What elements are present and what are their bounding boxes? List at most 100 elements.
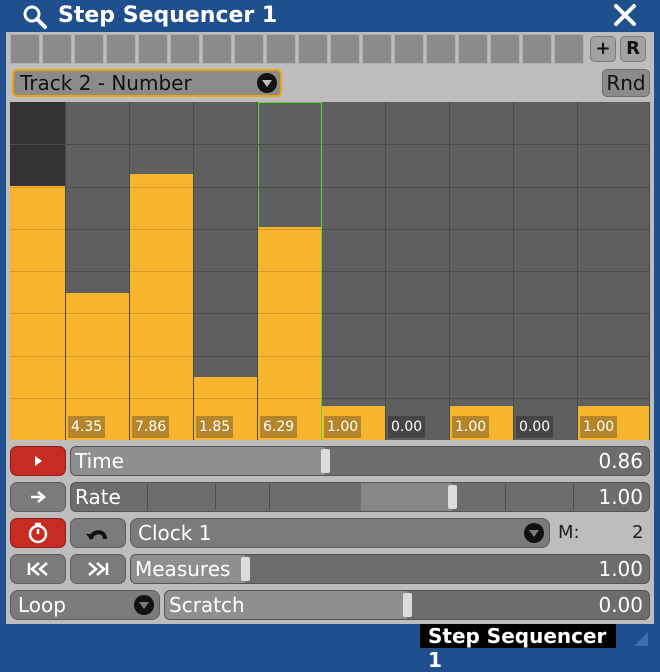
grid-line [322,229,385,230]
resize-handle-icon[interactable] [632,630,650,648]
step-value: 1.00 [324,416,362,438]
rate-slider[interactable]: Rate 1.00 [70,482,650,512]
step-column[interactable]: 6.29 [258,102,322,440]
grid-line [130,229,193,230]
randomize-button[interactable]: Rnd [602,69,650,97]
grid-line [514,356,577,357]
measures-slider-knob[interactable] [241,557,250,581]
time-slider-knob[interactable] [321,449,330,473]
pattern-cell[interactable] [522,34,552,64]
step-column[interactable]: 7.86 [130,102,194,440]
scratch-label: Scratch [169,593,245,617]
grid-line [322,187,385,188]
step-column[interactable]: 1.00 [322,102,386,440]
step-value: 0.00 [516,416,554,438]
step-value: 7.86 [132,416,170,438]
pattern-cell[interactable] [234,34,264,64]
step-value: 1.00 [452,416,490,438]
grid-line [66,356,129,357]
grid-line [258,398,321,399]
pattern-cell[interactable] [426,34,456,64]
track-select[interactable]: Track 2 - Number [12,69,282,97]
step-grid[interactable]: 4.35 7.86 1.85 6.29 1.00 0.00 1.00 0.00 1.00 [10,102,650,440]
pattern-cell[interactable] [10,34,40,64]
grid-line [258,144,321,145]
track-select-label: Track 2 - Number [20,71,192,95]
pattern-cell[interactable] [138,34,168,64]
loop-mode-select[interactable]: Loop [10,590,160,620]
pattern-cell[interactable] [42,34,72,64]
play-icon [35,456,42,466]
grid-line [386,356,449,357]
direction-button[interactable] [10,482,66,512]
pattern-cell[interactable] [298,34,328,64]
add-pattern-button[interactable]: + [590,36,616,62]
step-bar [258,227,321,440]
multiplier-value[interactable]: 2 [632,519,643,547]
pattern-cell[interactable] [330,34,360,64]
grid-line [514,187,577,188]
clock-select[interactable]: Clock 1 [130,518,550,548]
grid-line [130,187,193,188]
grid-line [194,271,257,272]
grid-line [130,313,193,314]
grid-line [514,313,577,314]
grid-line [386,313,449,314]
grid-line [66,398,129,399]
grid-line [386,271,449,272]
grid-line [386,229,449,230]
pattern-cell[interactable] [74,34,104,64]
search-icon[interactable] [22,4,48,30]
pattern-cell[interactable] [106,34,136,64]
grid-line [578,356,649,357]
grid-line [194,187,257,188]
grid-line [450,398,513,399]
time-slider[interactable]: Time 0.86 [70,446,650,476]
arrow-right-icon [31,491,46,503]
clock-select-label: Clock 1 [138,521,212,545]
grid-line [194,398,257,399]
scratch-slider-knob[interactable] [403,593,412,617]
time-value: 0.86 [598,449,643,473]
step-column[interactable]: 1.85 [194,102,258,440]
grid-line [386,144,449,145]
scratch-slider[interactable]: Scratch 0.00 [164,590,650,620]
step-column[interactable]: 4.35 [66,102,130,440]
grid-line [10,313,65,314]
reset-phase-button[interactable] [70,518,126,548]
pattern-cell[interactable] [202,34,232,64]
grid-line [10,271,65,272]
pattern-cell[interactable] [490,34,520,64]
pattern-cell[interactable] [170,34,200,64]
clock-mode-button[interactable] [10,518,66,548]
grid-line [66,187,129,188]
step-column[interactable] [10,102,66,440]
grid-line [258,187,321,188]
pattern-cell[interactable] [362,34,392,64]
play-button[interactable] [10,446,66,476]
title-bar[interactable]: Step Sequencer 1 [0,0,660,32]
grid-line [66,144,129,145]
step-column[interactable]: 0.00 [514,102,578,440]
reset-button[interactable]: R [620,36,646,62]
scratch-value: 0.00 [598,593,643,617]
measures-slider[interactable]: Measures 1.00 [130,554,650,584]
skip-forward-button[interactable] [70,554,126,584]
pattern-cell[interactable] [554,34,584,64]
step-value: 1.00 [580,416,618,438]
close-icon[interactable] [612,2,638,28]
grid-line [10,398,65,399]
step-value: 4.35 [68,416,106,438]
grid-line [66,313,129,314]
pattern-cell[interactable] [394,34,424,64]
grid-line [386,398,449,399]
rate-slider-knob[interactable] [448,485,457,509]
step-value: 0.00 [388,416,426,438]
step-column[interactable]: 1.00 [578,102,650,440]
step-column[interactable]: 0.00 [386,102,450,440]
pattern-cell[interactable] [266,34,296,64]
skip-back-button[interactable] [10,554,66,584]
step-bar [130,174,193,440]
pattern-cell[interactable] [458,34,488,64]
step-column[interactable]: 1.00 [450,102,514,440]
